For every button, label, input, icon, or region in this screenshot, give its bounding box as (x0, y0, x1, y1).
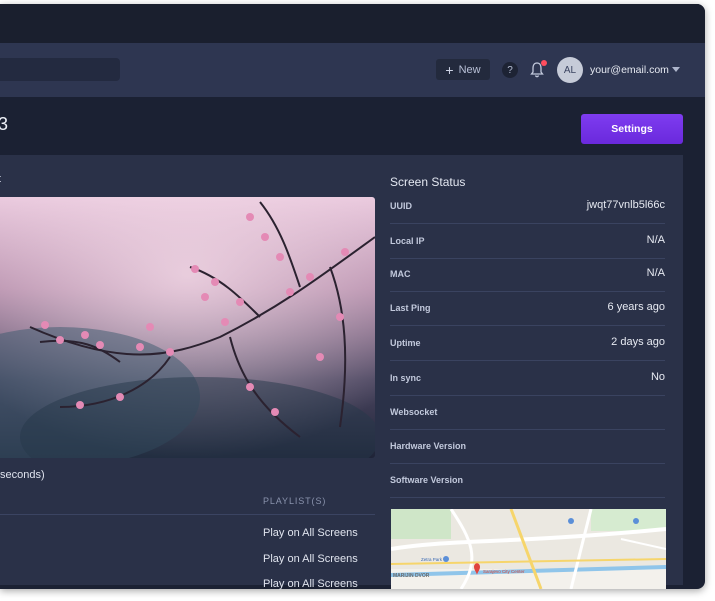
status-label: UUID (390, 201, 412, 211)
status-row-software-version: Software Version (390, 463, 665, 498)
status-label: Last Ping (390, 303, 431, 313)
notification-badge (541, 60, 547, 66)
status-label: Local IP (390, 236, 425, 246)
status-label: Software Version (390, 475, 464, 485)
status-value: 6 years ago (607, 301, 665, 313)
status-value: 2 days ago (611, 336, 665, 348)
map-label: Zetra Park (421, 557, 443, 562)
user-email[interactable]: your@email.com (590, 64, 669, 76)
preview-image (0, 197, 375, 458)
status-value: N/A (646, 234, 665, 246)
page-title: 3 (0, 114, 9, 134)
status-row-in-sync: In sync No (390, 361, 665, 396)
preview-panel-title: t (0, 173, 1, 185)
playlist-column-header: PLAYLIST(S) (263, 496, 327, 506)
help-button[interactable]: ? (502, 62, 518, 78)
search-input[interactable] (0, 58, 120, 81)
divider (0, 514, 375, 515)
status-row-uptime: Uptime 2 days ago (390, 326, 665, 361)
status-label: Uptime (390, 338, 421, 348)
status-label: MAC (390, 269, 411, 279)
title-bar (0, 4, 705, 43)
playlist-link[interactable]: Play on All Screens (263, 527, 358, 539)
status-label: Websocket (390, 407, 438, 417)
status-label: Hardware Version (390, 441, 467, 451)
status-value: jwqt77vnlb5l66c (586, 199, 665, 211)
chevron-down-icon[interactable] (672, 67, 680, 72)
status-value: N/A (646, 267, 665, 279)
duration-text: seconds) (0, 469, 45, 481)
status-label: In sync (390, 373, 422, 383)
status-row-last-ping: Last Ping 6 years ago (390, 291, 665, 326)
playlist-link[interactable]: Play on All Screens (263, 553, 358, 565)
status-row-uuid: UUID jwqt77vnlb5l66c (390, 189, 665, 224)
playlist-link[interactable]: Play on All Screens (263, 578, 358, 590)
status-row-hardware-version: Hardware Version (390, 429, 665, 464)
settings-button[interactable]: Settings (581, 114, 683, 144)
status-value: No (650, 371, 665, 383)
status-row-websocket: Websocket (390, 395, 665, 430)
map-label: Sarajevo City Center (483, 569, 525, 574)
screen-status-title: Screen Status (390, 175, 466, 189)
location-map[interactable]: MARIJIN DVOR Sarajevo City Center Zetra … (391, 509, 666, 589)
new-button[interactable]: + New (436, 59, 490, 80)
top-navigation: + New ? AL your@email.com (0, 43, 705, 97)
avatar[interactable]: AL (557, 57, 583, 83)
plus-icon: + (445, 61, 454, 78)
status-row-mac: MAC N/A (390, 257, 665, 292)
map-label: MARIJIN DVOR (393, 573, 430, 579)
status-row-local-ip: Local IP N/A (390, 224, 665, 259)
new-button-label: New (458, 63, 481, 76)
